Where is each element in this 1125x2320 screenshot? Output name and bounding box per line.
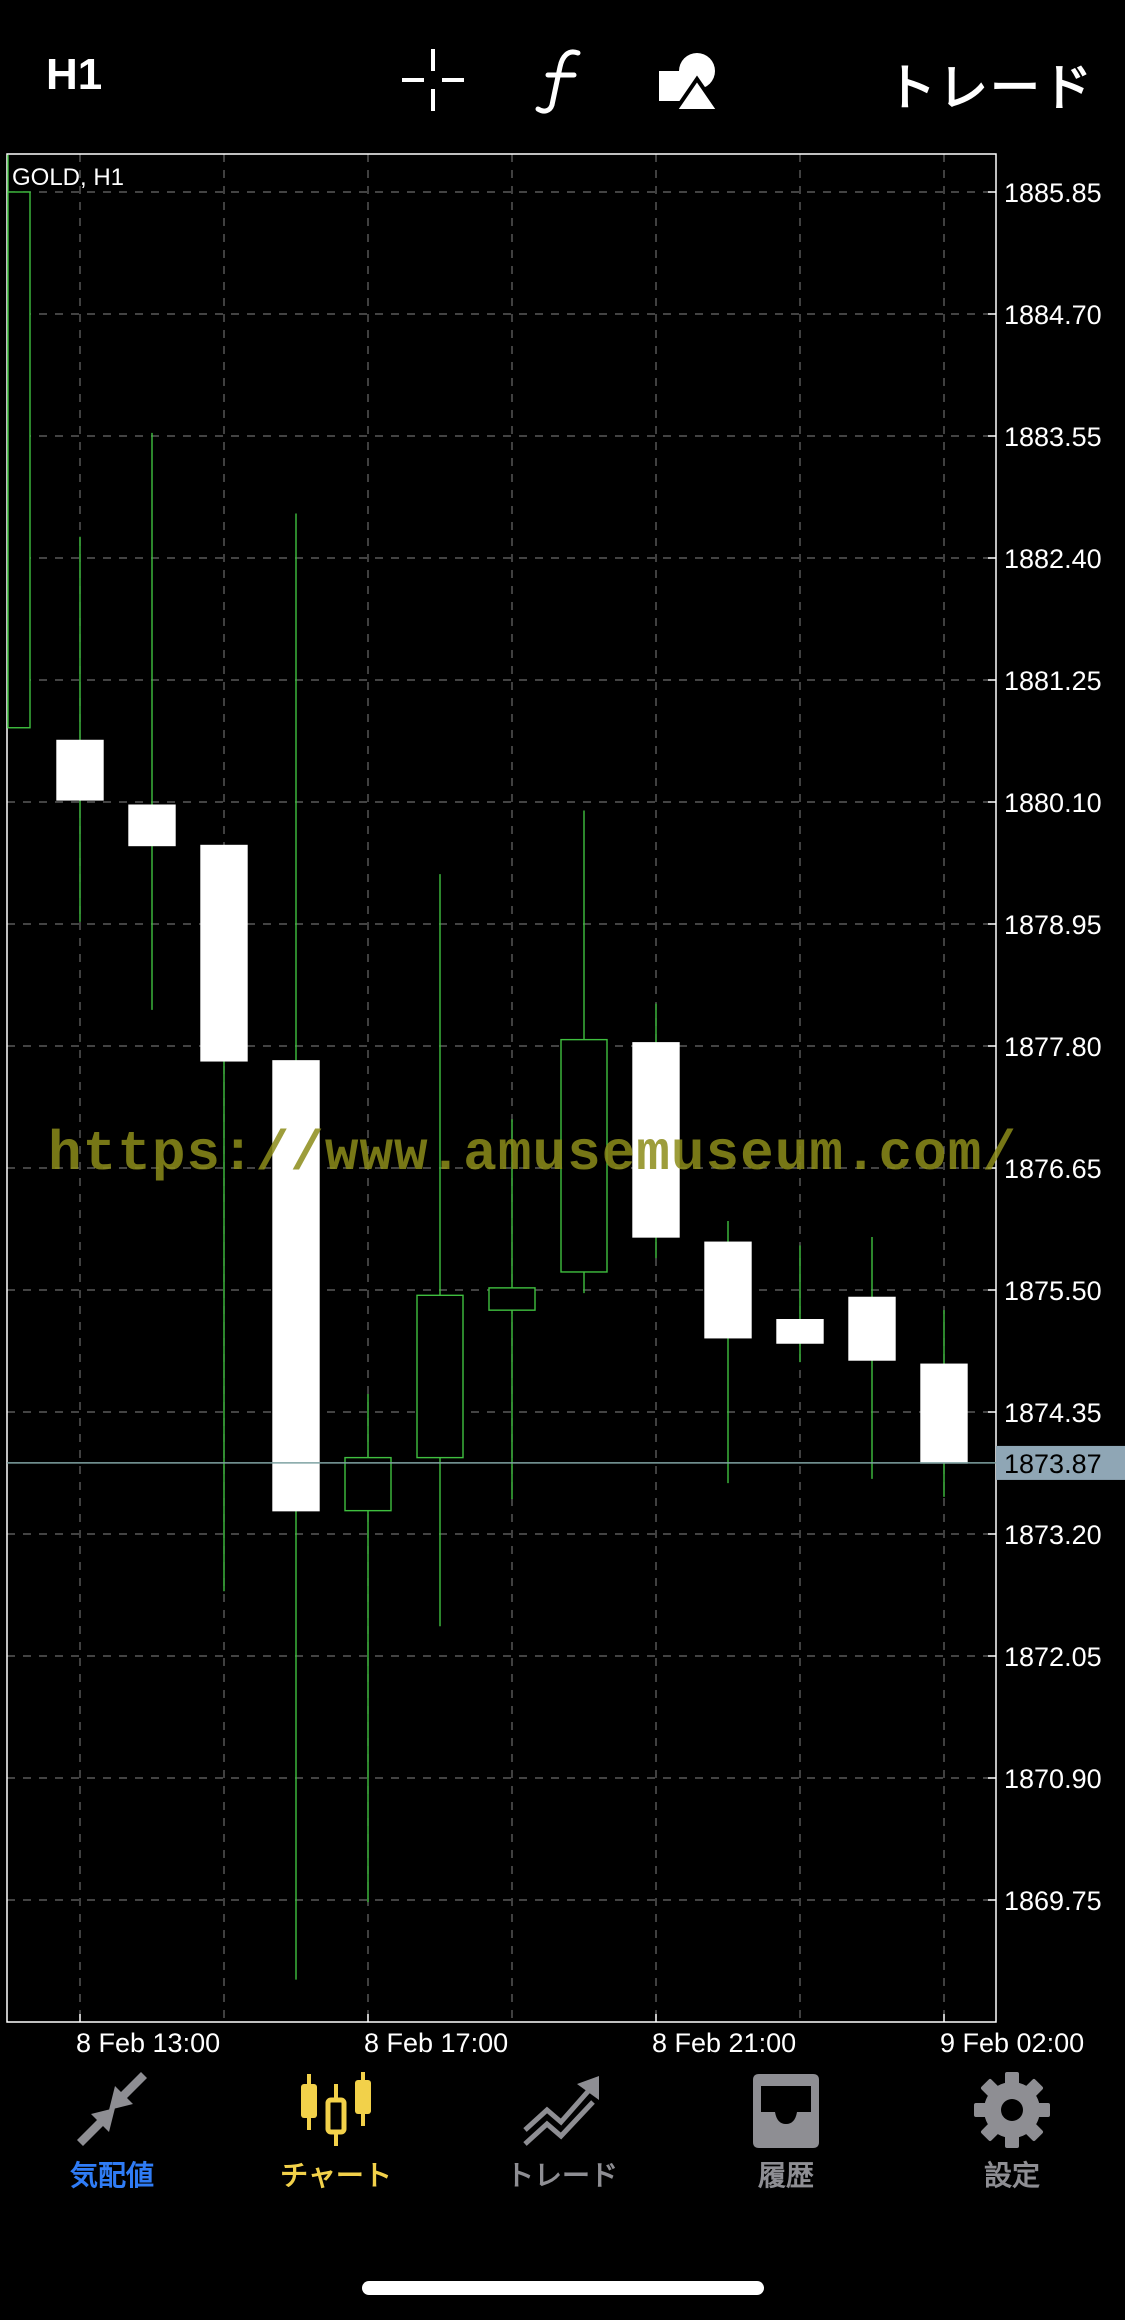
price-chart[interactable]: 1873.87 1885.85 1884.70 1883.55 1882.40 1881… xyxy=(0,0,1125,2060)
candle xyxy=(776,1245,824,1363)
candle-body xyxy=(488,1287,536,1311)
tab-settings-label: 設定 xyxy=(983,2160,1040,2191)
quotes-arrows-icon xyxy=(77,2072,147,2146)
settings-gear-icon xyxy=(974,2072,1050,2148)
chart-grid xyxy=(7,154,996,2022)
y-tick-label: 1884.70 xyxy=(1004,300,1102,330)
x-tick-label: 8 Feb 21:00 xyxy=(652,2028,796,2058)
tab-history-label: 履歴 xyxy=(757,2160,814,2191)
candle xyxy=(488,1119,536,1499)
candle xyxy=(560,810,608,1294)
candle xyxy=(632,1003,680,1259)
chart-frame xyxy=(6,153,997,2023)
y-tick-label: 1870.90 xyxy=(1004,1764,1102,1794)
candle xyxy=(848,1236,896,1479)
candle-body xyxy=(560,1038,608,1273)
candle-body xyxy=(920,1363,968,1464)
candle xyxy=(56,536,104,922)
history-inbox-icon xyxy=(753,2074,819,2148)
tab-chart[interactable]: チャート xyxy=(246,2070,426,2220)
tab-quotes-label: 気配値 xyxy=(69,2160,154,2191)
price-axis: 1885.85 1884.70 1883.55 1882.40 1881.25 1880.… xyxy=(988,178,1102,1916)
tab-quotes[interactable]: 気配値 xyxy=(22,2070,202,2220)
y-tick-label: 1877.80 xyxy=(1004,1032,1102,1062)
candle-body xyxy=(776,1319,824,1344)
x-tick-label: 8 Feb 17:00 xyxy=(364,2028,508,2058)
y-tick-label: 1875.50 xyxy=(1004,1276,1102,1306)
trade-trend-icon xyxy=(523,2076,599,2146)
mt-chart-screen: H1 トレード 1873.87 1885.85 1884.70 1883.55 … xyxy=(0,0,1125,2320)
x-tick-label: 9 Feb 02:00 xyxy=(940,2028,1084,2058)
candle-body xyxy=(416,1294,464,1459)
price-badge-text: 1873.87 xyxy=(1004,1449,1102,1479)
candle xyxy=(128,432,176,1010)
y-tick-label: 1880.10 xyxy=(1004,788,1102,818)
candle xyxy=(200,844,248,1592)
candle-body xyxy=(200,844,248,1062)
candle-body xyxy=(632,1042,680,1238)
candle-body xyxy=(56,739,104,801)
y-tick-label: 1882.40 xyxy=(1004,544,1102,574)
candle-body xyxy=(344,1456,392,1512)
candle xyxy=(7,154,31,729)
y-tick-label: 1869.75 xyxy=(1004,1886,1102,1916)
tab-trade[interactable]: トレード xyxy=(472,2070,652,2220)
candle-body xyxy=(128,804,176,847)
tab-settings[interactable]: 設定 xyxy=(922,2070,1102,2220)
x-tick-label: 8 Feb 13:00 xyxy=(76,2028,220,2058)
home-indicator xyxy=(362,2281,764,2295)
time-axis: 8 Feb 13:00 8 Feb 17:00 8 Feb 21:00 9 Feb 0… xyxy=(76,2014,1084,2058)
y-tick-label: 1876.65 xyxy=(1004,1154,1102,1184)
candle-body xyxy=(848,1296,896,1361)
y-tick-label: 1881.25 xyxy=(1004,666,1102,696)
y-tick-label: 1883.55 xyxy=(1004,422,1102,452)
y-tick-label: 1874.35 xyxy=(1004,1398,1102,1428)
candles-icon xyxy=(301,2072,371,2146)
tab-history[interactable]: 履歴 xyxy=(696,2070,876,2220)
y-tick-label: 1885.85 xyxy=(1004,178,1102,208)
candle xyxy=(344,1393,392,1903)
candle-body xyxy=(272,1060,320,1512)
candle xyxy=(704,1221,752,1484)
symbol-label: GOLD, H1 xyxy=(12,164,124,191)
y-tick-label: 1878.95 xyxy=(1004,910,1102,940)
candle xyxy=(416,874,464,1627)
candle-body xyxy=(7,191,31,729)
candle-body xyxy=(704,1241,752,1339)
candle xyxy=(272,513,320,1980)
y-tick-label: 1873.20 xyxy=(1004,1520,1102,1550)
y-tick-label: 1872.05 xyxy=(1004,1642,1102,1672)
tab-chart-label: チャート xyxy=(280,2160,392,2191)
tab-trade-label: トレード xyxy=(505,2160,618,2191)
bottom-tab-bar: 気配値 チャート トレード 履歴 設定 xyxy=(0,2070,1125,2220)
candles xyxy=(7,154,968,1980)
candle xyxy=(920,1310,968,1497)
